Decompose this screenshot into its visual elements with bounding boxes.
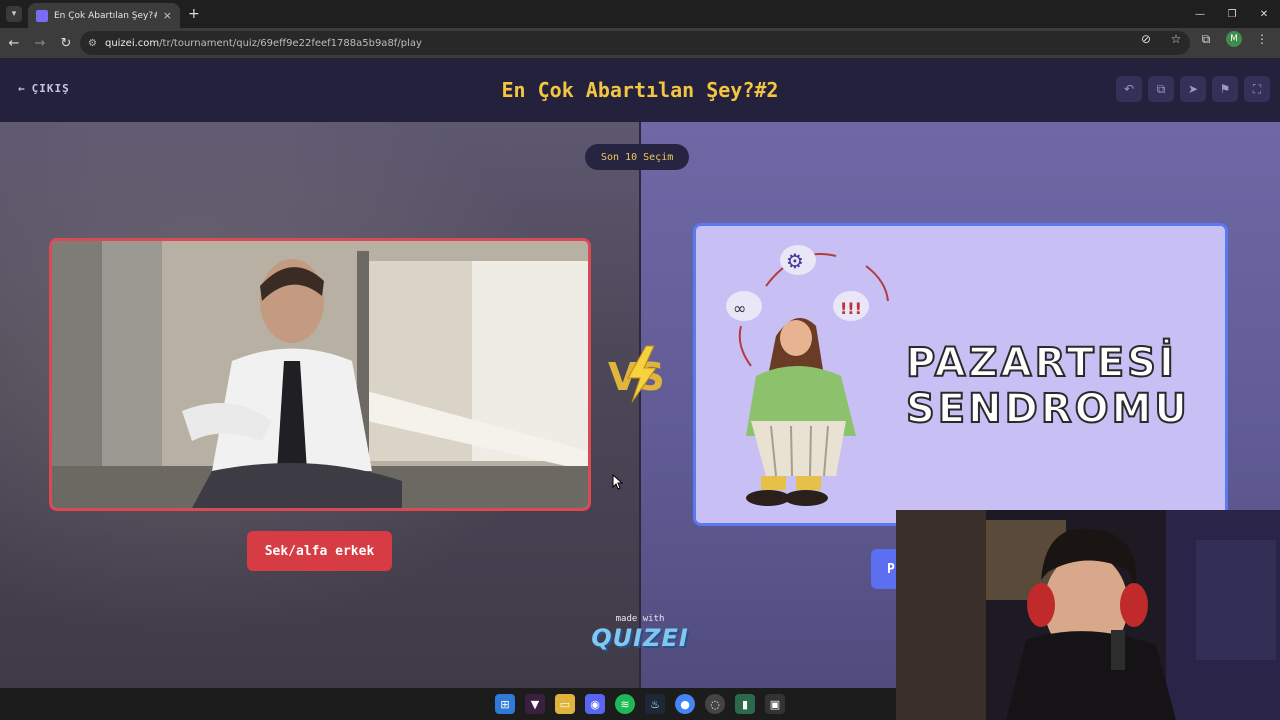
undo-icon[interactable]: ↶ — [1116, 76, 1142, 102]
webcam-overlay — [896, 510, 1280, 720]
media-icon[interactable]: ▼ — [525, 694, 545, 714]
page-title: En Çok Abartılan Şey?#2 — [501, 78, 779, 102]
tab-search-button[interactable]: ▾ — [6, 6, 22, 22]
tangle-icon: ∞ — [733, 299, 746, 318]
left-choice-button[interactable]: Sek/alfa erkek — [247, 531, 392, 571]
bookmark-star-icon[interactable]: ☆ — [1166, 32, 1186, 46]
right-choice-card[interactable]: ⚙ !!! ∞ PAZARTESİ SENDROMU — [693, 223, 1228, 526]
close-window-icon[interactable]: ✕ — [1248, 0, 1280, 28]
app-header: ← ÇIKIŞ En Çok Abartılan Şey?#2 ↶ ⧉ ➤ ⚑ … — [0, 58, 1280, 122]
restore-icon[interactable]: ❐ — [1216, 0, 1248, 28]
forward-icon[interactable]: → — [28, 31, 52, 55]
window-controls: — ❐ ✕ — [1184, 0, 1280, 28]
header-toolbar: ↶ ⧉ ➤ ⚑ ⛶ — [1116, 76, 1270, 102]
extensions-icon[interactable]: ⧉ — [1196, 32, 1216, 47]
gears-icon: ⚙ — [786, 249, 804, 273]
browser-tab[interactable]: En Çok Abartılan Şey?#2 - Tier × — [28, 3, 180, 28]
quizei-logo: QUIZEI — [591, 624, 689, 652]
history-pill[interactable]: Son 10 Seçim — [585, 144, 690, 170]
pazartesi-sendromu-illustration: ⚙ !!! ∞ PAZARTESİ SENDROMU — [696, 226, 1225, 523]
windows-start-icon[interactable]: ⊞ — [495, 694, 515, 714]
site-info-icon[interactable]: ⚙ — [88, 38, 97, 49]
left-choice-card[interactable] — [49, 238, 591, 511]
eye-off-icon[interactable]: ⊘ — [1136, 32, 1156, 46]
chrome-icon[interactable]: ● — [675, 694, 695, 714]
made-with-label: made with — [615, 614, 665, 624]
browser-menu-icon[interactable]: ⋮ — [1252, 32, 1272, 46]
browser-tab-bar: ▾ En Çok Abartılan Şey?#2 - Tier × + — ❐… — [0, 0, 1280, 28]
browser-actions: ⊘ ☆ ⧉ M ⋮ — [1136, 31, 1272, 47]
card-text-line1: PAZARTESİ — [906, 338, 1177, 386]
discord-icon[interactable]: ◉ — [585, 694, 605, 714]
mouse-cursor-icon — [612, 474, 624, 490]
app-icon-3[interactable]: ▣ — [765, 694, 785, 714]
url-text: quizei.com/tr/tournament/quiz/69eff9e22f… — [104, 37, 422, 49]
made-with-badge[interactable]: made with QUIZEI — [590, 614, 690, 652]
minimize-icon[interactable]: — — [1184, 0, 1216, 28]
send-icon[interactable]: ➤ — [1180, 76, 1206, 102]
man-by-window-photo — [52, 241, 588, 508]
steam-icon[interactable]: ♨ — [645, 694, 665, 714]
new-tab-button[interactable]: + — [188, 6, 200, 22]
spotify-icon[interactable]: ≋ — [615, 694, 635, 714]
tab-title: En Çok Abartılan Şey?#2 - Tier — [54, 10, 157, 21]
center-divider — [639, 122, 641, 688]
app-icon[interactable]: ◌ — [705, 694, 725, 714]
reload-icon[interactable]: ↻ — [54, 31, 78, 55]
share-icon[interactable]: ⧉ — [1148, 76, 1174, 102]
vs-lightning-icon: VS — [608, 345, 665, 403]
app-icon-2[interactable]: ▮ — [735, 694, 755, 714]
tab-close-icon[interactable]: × — [163, 9, 172, 22]
fullscreen-icon[interactable]: ⛶ — [1244, 76, 1270, 102]
flag-icon[interactable]: ⚑ — [1212, 76, 1238, 102]
browser-nav-bar: ← → ↻ ⚙ quizei.com/tr/tournament/quiz/69… — [0, 28, 1280, 58]
tab-favicon-icon — [36, 9, 48, 22]
exclamation-icon: !!! — [840, 299, 862, 318]
streamer-webcam-image — [896, 510, 1280, 720]
address-bar[interactable]: ⚙ quizei.com/tr/tournament/quiz/69eff9e2… — [80, 31, 1190, 55]
card-text-line2: SENDROMU — [906, 386, 1190, 432]
file-explorer-icon[interactable]: ▭ — [555, 694, 575, 714]
back-icon[interactable]: ← — [2, 31, 26, 55]
profile-avatar[interactable]: M — [1226, 31, 1242, 47]
